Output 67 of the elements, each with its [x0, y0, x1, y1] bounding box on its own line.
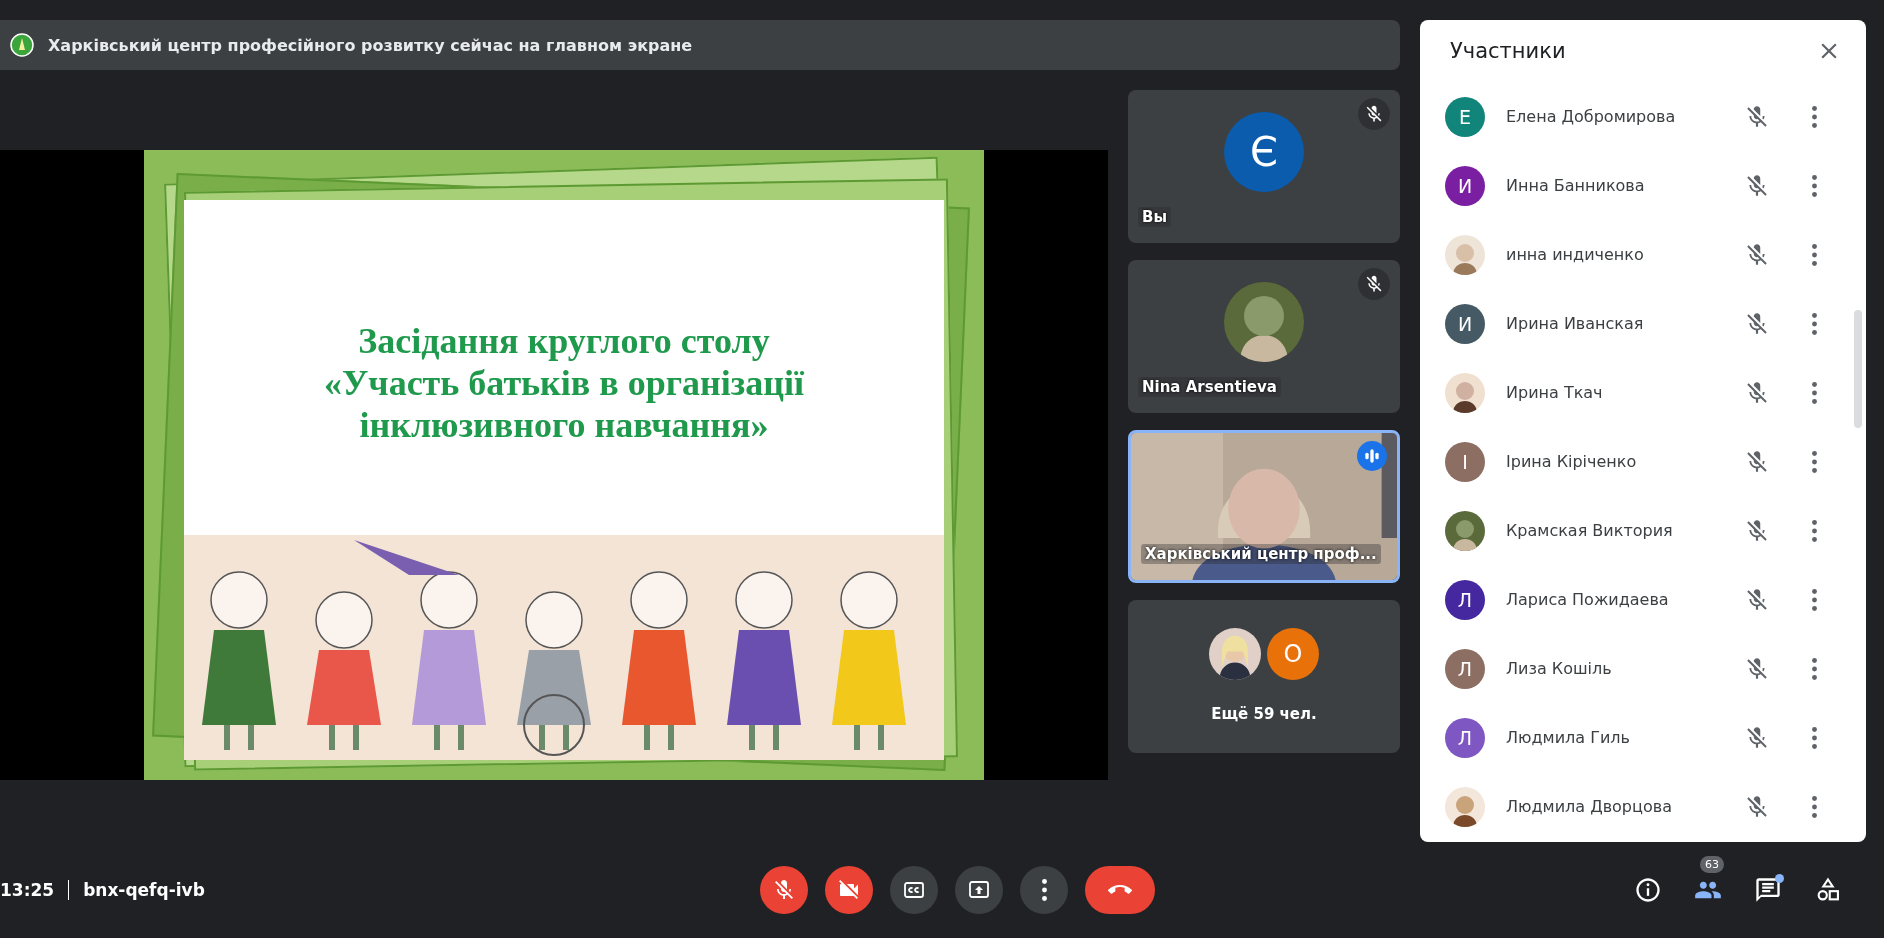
more-options-button[interactable] — [1020, 866, 1068, 914]
more-options-button[interactable] — [1812, 312, 1817, 335]
participant-name: Лариса Пожидаева — [1506, 590, 1670, 609]
participant-name: Nina Arsentieva — [1138, 377, 1281, 397]
slide-title-line: інклюзивного навчання» — [359, 403, 769, 446]
avatar: Л — [1445, 579, 1485, 620]
more-options-button[interactable] — [1812, 795, 1817, 818]
more-vertical-icon — [1812, 174, 1817, 197]
microphone-icon — [772, 878, 796, 902]
avatar: О — [1267, 628, 1319, 680]
more-options-button[interactable] — [1812, 588, 1817, 611]
participant-name: Ирина Иванская — [1506, 314, 1645, 333]
participant-name: Елена Добромирова — [1506, 107, 1677, 126]
more-vertical-icon — [1812, 450, 1817, 473]
more-vertical-icon — [1812, 381, 1817, 404]
avatar: И — [1445, 165, 1485, 206]
more-participants-label: Ещё 59 чел. — [1210, 705, 1318, 723]
banner-text: Харківський центр професійного розвитку сейчас на главном экране — [48, 35, 693, 55]
more-vertical-icon — [1812, 105, 1817, 128]
participant-name: инна индиченко — [1506, 245, 1645, 264]
scrollbar[interactable] — [1854, 310, 1862, 428]
more-vertical-icon — [1812, 795, 1817, 818]
chat-icon — [1754, 876, 1782, 904]
participant-count-badge: 63 — [1700, 856, 1724, 873]
clock-time: 13:25 — [0, 880, 55, 900]
more-options-button[interactable] — [1812, 519, 1817, 542]
participant-name: Людмила Гиль — [1506, 728, 1631, 747]
more-vertical-icon — [1812, 588, 1817, 611]
present-button[interactable] — [955, 866, 1003, 914]
logo-icon — [10, 33, 34, 57]
more-options-button[interactable] — [1812, 105, 1817, 128]
avatar: И — [1445, 303, 1485, 344]
more-options-button[interactable] — [1812, 657, 1817, 680]
info-icon — [1634, 876, 1662, 904]
participant-name: Людмила Дворцова — [1506, 797, 1673, 816]
more-vertical-icon — [1812, 726, 1817, 749]
hang-up-button[interactable] — [1085, 866, 1155, 914]
panel-title: Участники — [1450, 39, 1566, 63]
more-vertical-icon — [1812, 243, 1817, 266]
avatar: Л — [1445, 648, 1485, 689]
avatar: Л — [1445, 717, 1485, 758]
meeting-code: bnx-qefq-ivb — [83, 880, 205, 900]
avatar: І — [1445, 441, 1485, 482]
avatar: Є — [1224, 111, 1304, 192]
more-vertical-icon — [1812, 519, 1817, 542]
participant-name: Ірина Кіріченко — [1506, 452, 1638, 471]
more-options-button[interactable] — [1812, 381, 1817, 404]
more-options-button[interactable] — [1812, 243, 1817, 266]
more-options-icon — [1041, 879, 1047, 901]
speaking-icon — [1357, 441, 1387, 471]
participant-name: Вы — [1138, 207, 1171, 227]
microphone-button[interactable] — [760, 866, 808, 914]
camera-button[interactable] — [825, 866, 873, 914]
slide-title-line: «Участь батьків в організації — [323, 361, 805, 404]
participant-name: Крамская Виктория — [1506, 521, 1674, 540]
more-options-button[interactable] — [1812, 450, 1817, 473]
avatar: Е — [1445, 96, 1485, 137]
participant-name: Лиза Кошіль — [1506, 659, 1613, 678]
more-vertical-icon — [1812, 657, 1817, 680]
participant-name: Инна Банникова — [1506, 176, 1646, 195]
participant-name: Ирина Ткач — [1506, 383, 1604, 402]
camera-icon — [837, 878, 861, 902]
more-vertical-icon — [1812, 312, 1817, 335]
more-options-button[interactable] — [1812, 174, 1817, 197]
more-options-button[interactable] — [1812, 726, 1817, 749]
slide-title-line: Засідання круглого столу — [358, 319, 770, 362]
captions-button[interactable] — [890, 866, 938, 914]
